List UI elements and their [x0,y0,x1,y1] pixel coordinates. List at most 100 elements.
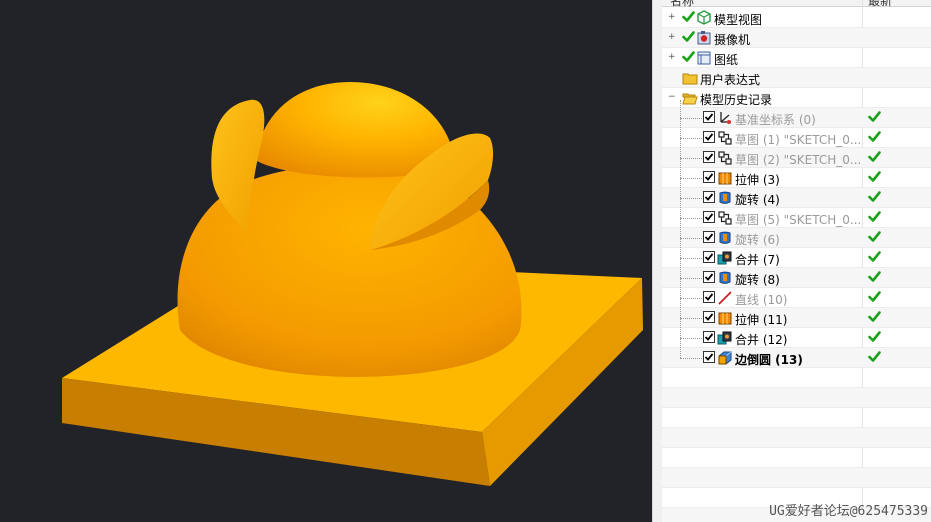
tree-node-label: 摄像机 [714,33,751,47]
up-to-date-icon [868,350,881,366]
tree-connector [680,238,702,239]
column-header: 名称 最新 [662,0,931,8]
edge-blend-icon [717,350,733,366]
feature-checkbox[interactable] [703,171,715,183]
drawing-icon [696,50,712,66]
feature-label: 旋转 (4) [735,193,780,207]
empty-row [662,428,931,448]
camera-icon [696,30,712,46]
feature-row[interactable]: 旋转 (6) [662,228,931,248]
visibility-check-icon[interactable] [682,10,695,26]
graphics-viewport[interactable] [0,0,652,522]
empty-row [662,388,931,408]
tree-connector [680,358,702,359]
datum-csys-icon [717,110,733,126]
tree-connector [680,278,702,279]
expand-toggle[interactable]: + [668,13,676,22]
feature-checkbox[interactable] [703,151,715,163]
tree-connector [680,178,702,179]
tree-connector [680,138,702,139]
revolve-icon [717,270,733,286]
feature-label: 拉伸 (3) [735,173,780,187]
tree-node[interactable]: + 摄像机 [662,28,931,48]
feature-checkbox[interactable] [703,331,715,343]
sketch-icon [717,150,733,166]
feature-row[interactable]: 旋转 (8) [662,268,931,288]
watermark: UG爱好者论坛@625475339 [769,504,928,519]
model-views-icon [696,10,712,26]
up-to-date-icon [868,330,881,346]
up-to-date-icon [868,290,881,306]
tree-connector [680,258,702,259]
up-to-date-icon [868,310,881,326]
feature-row[interactable]: 草图 (1) "SKETCH_0... [662,128,931,148]
tree-connector-vertical [680,100,681,358]
folder-open-icon [682,90,698,106]
feature-label: 拉伸 (11) [735,313,788,327]
feature-label: 合并 (12) [735,333,788,347]
unite-icon [717,250,733,266]
feature-checkbox[interactable] [703,251,715,263]
expand-toggle[interactable]: + [668,33,676,42]
feature-checkbox[interactable] [703,351,715,363]
up-to-date-icon [868,210,881,226]
feature-row[interactable]: 合并 (7) [662,248,931,268]
empty-row [662,368,931,388]
3d-model [62,82,643,486]
feature-label: 旋转 (8) [735,273,780,287]
tree-node[interactable]: 用户表达式 [662,68,931,88]
up-to-date-icon [868,250,881,266]
tree-connector [680,218,702,219]
feature-row[interactable]: 拉伸 (11) [662,308,931,328]
collapse-toggle[interactable]: − [668,93,676,102]
unite-icon [717,330,733,346]
feature-row[interactable]: 直线 (10) [662,288,931,308]
empty-row [662,468,931,488]
feature-label: 草图 (2) "SKETCH_0... [735,153,862,167]
tree-node-label: 模型历史记录 [700,93,773,107]
feature-row[interactable]: 草图 (5) "SKETCH_0... [662,208,931,228]
up-to-date-icon [868,170,881,186]
up-to-date-icon [868,150,881,166]
feature-row[interactable]: 基准坐标系 (0) [662,108,931,128]
feature-checkbox[interactable] [703,111,715,123]
feature-label: 边倒圆 (13) [735,353,803,367]
sketch-icon [717,210,733,226]
feature-label: 合并 (7) [735,253,780,267]
feature-checkbox[interactable] [703,131,715,143]
feature-checkbox[interactable] [703,231,715,243]
empty-row [662,408,931,428]
visibility-check-icon[interactable] [682,30,695,46]
extrude-icon [717,310,733,326]
feature-label: 直线 (10) [735,293,788,307]
part-navigator: 名称 最新 + 模型视图 + 摄像机 + 图纸 用户表达式 − 模型历史记录 基准坐标系 (0) 草… [662,0,931,522]
tree-node-label: 用户表达式 [700,73,761,87]
feature-row[interactable]: 草图 (2) "SKETCH_0... [662,148,931,168]
feature-row[interactable]: 边倒圆 (13) [662,348,931,368]
feature-row[interactable]: 拉伸 (3) [662,168,931,188]
feature-checkbox[interactable] [703,291,715,303]
feature-checkbox[interactable] [703,271,715,283]
feature-label: 基准坐标系 (0) [735,113,816,127]
feature-label: 草图 (5) "SKETCH_0... [735,213,862,227]
tree-node[interactable]: + 模型视图 [662,8,931,28]
up-to-date-icon [868,230,881,246]
up-to-date-icon [868,190,881,206]
revolve-icon [717,190,733,206]
tree-connector [680,318,702,319]
expand-toggle[interactable]: + [668,53,676,62]
feature-checkbox[interactable] [703,211,715,223]
tree-connector [680,158,702,159]
feature-row[interactable]: 旋转 (4) [662,188,931,208]
visibility-check-icon[interactable] [682,50,695,66]
revolve-icon [717,230,733,246]
feature-checkbox[interactable] [703,191,715,203]
tree-node[interactable]: − 模型历史记录 [662,88,931,108]
tree-node[interactable]: + 图纸 [662,48,931,68]
line-icon [717,290,733,306]
feature-checkbox[interactable] [703,311,715,323]
tree-node-label: 图纸 [714,53,739,67]
feature-row[interactable]: 合并 (12) [662,328,931,348]
feature-label: 草图 (1) "SKETCH_0... [735,133,862,147]
up-to-date-icon [868,270,881,286]
